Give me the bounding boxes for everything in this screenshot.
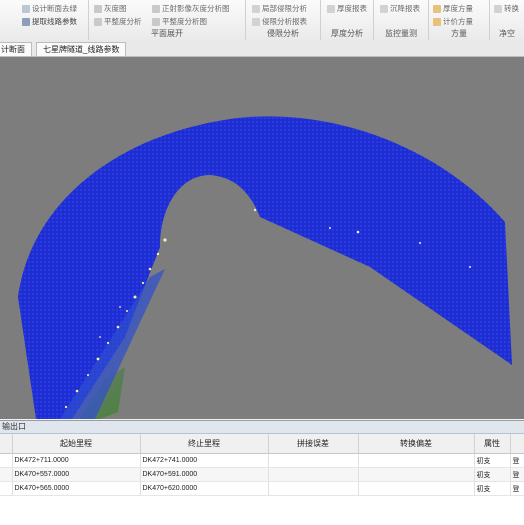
ribbon-local-clearance-button[interactable]: 局部侵限分析 [252,3,307,14]
document-tab-bar: 计断面 七星牌隧道_线路参数 [0,40,524,57]
local-clearance-icon [252,4,260,13]
ribbon-caption-volume: 方量 [451,29,467,38]
clearance-report-icon [252,17,260,26]
point-cloud-viewport[interactable] [0,57,524,419]
ribbon-group-design: 设计断面去绿 提取线路参数 [0,0,89,40]
table-header-row: 起始里程 终止里程 拼接误差 转换偏差 属性 [0,434,524,454]
ribbon-grayscale-button[interactable]: 灰度图 [94,3,127,14]
ribbon-priced-volume-button[interactable]: 计价方量 [433,16,473,27]
ribbon-group-monitoring: 沉降报表 监控量测 [374,0,429,40]
ribbon-toolbar: 设计断面去绿 提取线路参数 灰度图 正射影像灰度分析图 平整度分析 平整度分析图… [0,0,524,41]
grayscale-icon [94,4,102,13]
thickness-volume-icon [433,4,441,13]
params-icon [22,17,30,26]
ribbon-design-section-button[interactable]: 设计断面去绿 [22,3,77,14]
ribbon-flatness-button[interactable]: 平整度分析 [94,16,142,27]
ribbon-group-volume: 厚度方量 计价方量 方量 [429,0,490,40]
col-end-mileage[interactable]: 终止里程 [140,434,269,454]
ribbon-group-clearance: 局部侵限分析 侵限分析报表 侵限分析 [246,0,321,40]
ribbon-flatness-map-button[interactable]: 平整度分析图 [152,16,207,27]
ribbon-thickness-report-button[interactable]: 厚度报表 [327,3,367,14]
flatness-map-icon [152,17,160,26]
col-index[interactable] [0,434,13,454]
tab-design-section[interactable]: 计断面 [0,42,32,56]
ribbon-group-clearance-net: 转换 净空 [490,0,524,40]
output-panel: 输出口 起始里程 终止里程 拼接误差 转换偏差 属性 DK472+711.000… [0,420,524,525]
col-stitch-error[interactable]: 拼接误差 [268,434,359,454]
ribbon-caption-monitoring: 监控量测 [385,29,417,38]
output-table: 起始里程 终止里程 拼接误差 转换偏差 属性 DK472+711.0000 DK… [0,434,524,496]
ribbon-group-plane: 灰度图 正射影像灰度分析图 平整度分析 平整度分析图 平面展开 [89,0,246,40]
tunnel-point-cloud [18,116,512,419]
ribbon-ortho-gray-button[interactable]: 正射影像灰度分析图 [152,3,230,14]
thickness-report-icon [327,4,335,13]
col-transform-deviation[interactable]: 转换偏差 [358,434,475,454]
ribbon-extract-params-button[interactable]: 提取线路参数 [22,16,77,27]
table-row[interactable]: DK470+557.0000 DK470+591.0000 初支 登 [0,467,524,482]
ribbon-thickness-volume-button[interactable]: 厚度方量 [433,3,473,14]
table-row[interactable]: DK470+565.0000 DK470+620.0000 初支 登 [0,481,524,496]
ribbon-caption-thickness: 厚度分析 [331,29,363,38]
ribbon-clearance-report-button[interactable]: 侵限分析报表 [252,16,307,27]
settlement-report-icon [380,4,388,13]
ribbon-group-thickness: 厚度报表 厚度分析 [321,0,374,40]
section-icon [22,4,30,13]
col-extra[interactable] [510,434,524,454]
ribbon-settlement-report-button[interactable]: 沉降报表 [380,3,420,14]
ribbon-caption-plane: 平面展开 [151,29,183,38]
tab-route-params[interactable]: 七星牌隧道_线路参数 [36,42,127,56]
output-panel-title: 输出口 [0,421,524,434]
ribbon-caption-net: 净空 [499,29,515,38]
table-row[interactable]: DK472+711.0000 DK472+741.0000 初支 登 [0,453,524,468]
col-attribute[interactable]: 属性 [474,434,511,454]
flatness-icon [94,17,102,26]
ortho-icon [152,4,160,13]
col-start-mileage[interactable]: 起始里程 [12,434,141,454]
ribbon-convert-button[interactable]: 转换 [494,3,519,14]
ribbon-caption-clearance: 侵限分析 [267,29,299,38]
convert-icon [494,4,502,13]
priced-volume-icon [433,17,441,26]
